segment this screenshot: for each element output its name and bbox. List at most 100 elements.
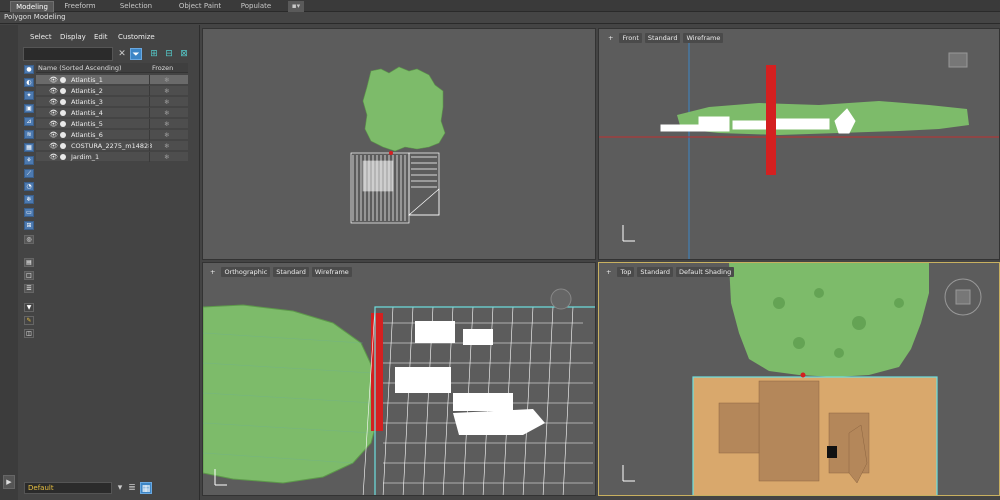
display-cameras-icon[interactable]: ▣: [24, 104, 34, 113]
display-lights-icon[interactable]: ✦: [24, 91, 34, 100]
explorer-row[interactable]: 👁 Atlantis_6 ❄: [36, 130, 188, 140]
menu-display[interactable]: Display: [60, 33, 86, 41]
tab-populate[interactable]: Populate: [236, 1, 276, 12]
render-dot-icon[interactable]: [60, 110, 66, 116]
menu-customize[interactable]: Customize: [118, 33, 155, 41]
tab-freeform[interactable]: Freeform: [58, 1, 102, 12]
render-dot-icon[interactable]: [60, 121, 66, 127]
display-shapes-icon[interactable]: ◐: [24, 78, 34, 87]
explorer-row[interactable]: 👁 Atlantis_3 ❄: [36, 97, 188, 107]
viewport-view-label[interactable]: Top: [617, 267, 635, 277]
viewcube-compass: [944, 278, 982, 316]
frozen-snowflake-icon[interactable]: ❄: [164, 142, 169, 150]
tab-selection[interactable]: Selection: [112, 1, 160, 12]
tab-modeling[interactable]: Modeling: [10, 1, 54, 12]
pivot-marker: [800, 372, 806, 378]
render-dot-icon[interactable]: [60, 132, 66, 138]
hierarchy-expand-icon[interactable]: ⊟: [163, 48, 175, 60]
ribbon-options-dropdown[interactable]: ▪▾: [288, 1, 304, 12]
visibility-eye-icon[interactable]: 👁: [49, 153, 58, 161]
clear-search-icon[interactable]: ✕: [116, 48, 128, 60]
frozen-snowflake-icon[interactable]: ❄: [164, 87, 169, 95]
visibility-eye-icon[interactable]: 👁: [49, 87, 58, 95]
hierarchy-collapse-icon[interactable]: ⊠: [178, 48, 190, 60]
display-helpers-icon[interactable]: ⊿: [24, 117, 34, 126]
visibility-eye-icon[interactable]: 👁: [49, 131, 58, 139]
frozen-column-header[interactable]: Frozen: [152, 64, 173, 72]
layer-dropdown[interactable]: Default: [24, 482, 112, 494]
viewport-top-left[interactable]: [202, 28, 596, 260]
viewport-front[interactable]: + Front Standard Wireframe: [598, 28, 1000, 260]
object-name: Atlantis_4: [71, 109, 103, 117]
explorer-row[interactable]: 👁 Atlantis_2 ❄: [36, 86, 188, 96]
explorer-row[interactable]: 👁 Atlantis_1 ❄: [36, 75, 188, 85]
column-divider: [149, 130, 150, 140]
ribbon-subbar: Polygon Modeling: [0, 12, 1000, 24]
viewport-top-label[interactable]: + Top Standard Default Shading: [603, 267, 735, 277]
selection-set-icon[interactable]: □: [24, 271, 34, 280]
selected-object-red: [371, 313, 383, 431]
name-column-header[interactable]: Name (Sorted Ascending): [38, 64, 122, 72]
column-divider: [149, 141, 150, 151]
viewport-shading-label[interactable]: Standard: [637, 267, 673, 277]
frozen-snowflake-icon[interactable]: ❄: [164, 131, 169, 139]
find-icon[interactable]: ☰: [24, 284, 34, 293]
frozen-snowflake-icon[interactable]: ❄: [164, 98, 169, 106]
pivot-marker: [389, 151, 393, 155]
explorer-row[interactable]: 👁 Jardim_1 ❄: [36, 152, 188, 162]
terrain-mesh: [362, 66, 446, 152]
visibility-eye-icon[interactable]: 👁: [49, 120, 58, 128]
explorer-row[interactable]: 👁 COSTURA_2275_m14828 ❄: [36, 141, 188, 151]
render-dot-icon[interactable]: [60, 154, 66, 160]
frozen-snowflake-icon[interactable]: ❄: [164, 76, 169, 84]
display-geometry-icon[interactable]: ●: [24, 65, 34, 74]
visibility-eye-icon[interactable]: 👁: [49, 142, 58, 150]
wire-buildings-ortho: [395, 321, 545, 435]
filter-icon[interactable]: ⏷: [130, 48, 142, 60]
tab-object-paint[interactable]: Object Paint: [172, 1, 228, 12]
column-divider: [149, 86, 150, 96]
viewport-ortho-scene: [203, 288, 595, 495]
dependency-icon[interactable]: ▤: [24, 258, 34, 267]
explorer-row[interactable]: 👁 Atlantis_5 ❄: [36, 119, 188, 129]
viewport-menu-plus[interactable]: +: [603, 267, 614, 277]
layer-stack-icon[interactable]: ≣: [126, 482, 138, 494]
polygon-modeling-label[interactable]: Polygon Modeling: [4, 13, 66, 21]
frozen-snowflake-icon[interactable]: ❄: [164, 120, 169, 128]
viewport-orthographic[interactable]: + Orthographic Standard Wireframe: [202, 262, 596, 496]
display-containers-icon[interactable]: ◔: [24, 182, 34, 191]
visibility-eye-icon[interactable]: 👁: [49, 98, 58, 106]
frozen-snowflake-icon[interactable]: ❄: [164, 109, 169, 117]
render-dot-icon[interactable]: [60, 77, 66, 83]
scene-explorer-icon[interactable]: ▦: [140, 482, 152, 494]
layer-icon[interactable]: ◫: [24, 329, 34, 338]
play-icon[interactable]: ▶: [3, 475, 15, 489]
highlight-icon[interactable]: ✎: [24, 316, 34, 325]
menu-select[interactable]: Select: [30, 33, 52, 41]
hierarchy-icon[interactable]: ⊞: [148, 48, 160, 60]
menu-edit[interactable]: Edit: [94, 33, 108, 41]
display-groups-icon[interactable]: ▦: [24, 143, 34, 152]
render-dot-icon[interactable]: [60, 88, 66, 94]
visibility-eye-icon[interactable]: 👁: [49, 109, 58, 117]
explorer-column-header[interactable]: Name (Sorted Ascending) Frozen: [36, 63, 188, 73]
explorer-search-input[interactable]: [23, 47, 113, 61]
viewport-top[interactable]: + Top Standard Default Shading: [598, 262, 1000, 496]
display-none-icon[interactable]: ◎: [24, 235, 34, 244]
display-all-icon[interactable]: ⊞: [24, 221, 34, 230]
layer-dropdown-arrow-icon[interactable]: ▾: [114, 482, 126, 494]
render-dot-icon[interactable]: [60, 143, 66, 149]
funnel-icon[interactable]: ▼: [24, 303, 34, 312]
display-frozen-icon[interactable]: ❄: [24, 195, 34, 204]
display-xrefs-icon[interactable]: ⚘: [24, 156, 34, 165]
display-hidden-icon[interactable]: ▭: [24, 208, 34, 217]
frozen-snowflake-icon[interactable]: ❄: [164, 153, 169, 161]
ribbon-tabs: Modeling Freeform Selection Object Paint…: [0, 0, 1000, 12]
column-divider: [149, 108, 150, 118]
display-spacewarps-icon[interactable]: ≋: [24, 130, 34, 139]
viewport-display-label[interactable]: Default Shading: [676, 267, 735, 277]
render-dot-icon[interactable]: [60, 99, 66, 105]
display-bones-icon[interactable]: ⟋: [24, 169, 34, 178]
explorer-row[interactable]: 👁 Atlantis_4 ❄: [36, 108, 188, 118]
visibility-eye-icon[interactable]: 👁: [49, 76, 58, 84]
